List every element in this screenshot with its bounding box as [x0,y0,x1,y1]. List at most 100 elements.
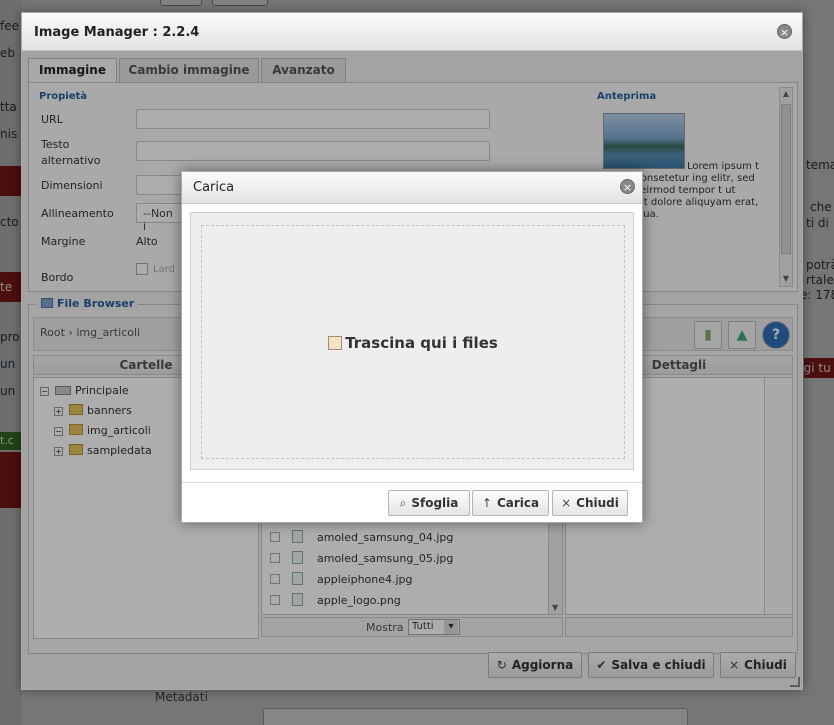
tab-immagine[interactable]: Immagine [28,58,117,84]
file-name: amoled_samsung_05.jpg [317,552,454,565]
close-icon: × [729,658,740,672]
properties-scrollbar[interactable]: ▲ ▼ [779,87,793,287]
border-label: Bordo [41,271,74,284]
drop-zone-label: Trascina qui i files [345,334,498,352]
tree-item-img-articoli[interactable]: − img_articoli [54,424,151,438]
margin-label: Margine [41,235,86,248]
breadcrumb[interactable]: Root › img_articoli [40,326,140,339]
file-browser-title: File Browser [57,297,135,310]
file-name: appleiphone4.jpg [317,573,413,586]
upload-arrow-icon: ↑ [481,496,492,510]
refresh-button[interactable]: ↻ Aggiorna [488,652,582,678]
close-button-label: Chiudi [744,658,787,672]
scroll-down-icon[interactable]: ▼ [552,603,558,612]
new-folder-icon[interactable]: ▮ [694,321,722,349]
close-button-label: Chiudi [576,496,619,510]
close-icon[interactable]: × [620,179,635,194]
file-checkbox[interactable] [270,532,280,542]
search-icon: ⌕ [399,496,407,510]
help-icon[interactable]: ? [762,321,790,349]
refresh-icon: ↻ [496,658,507,672]
folder-icon [69,404,83,415]
url-label: URL [41,113,63,126]
tree-item-label: img_articoli [87,424,151,437]
show-label: Mostra [366,621,404,634]
browse-button[interactable]: ⌕ Sfoglia [388,490,470,516]
image-file-icon [292,530,303,543]
alignment-select[interactable]: --Non i [136,203,186,233]
upload-button[interactable]: ↑ Carica [472,490,549,516]
divider [182,482,642,483]
expand-icon[interactable]: + [54,407,63,416]
save-close-button-label: Salva e chiudi [611,658,706,672]
file-row[interactable]: amoled_samsung_05.jpg [270,551,453,565]
close-button[interactable]: × Chiudi [720,652,796,678]
image-manager-header: Image Manager : 2.2.4 × [22,13,802,51]
tree-item-label: sampledata [87,444,152,457]
tree-item-principale[interactable]: − Principale [40,384,129,398]
upload-icon[interactable]: ▲ [728,321,756,349]
collapse-icon[interactable]: − [40,387,49,396]
show-select[interactable]: Tutti ▾ [408,619,460,635]
file-checkbox[interactable] [270,574,280,584]
scrollbar-thumb[interactable] [781,104,791,254]
chevron-down-icon: ▾ [444,620,458,634]
tree-item-sampledata[interactable]: + sampledata [54,444,152,458]
border-checkbox[interactable] [136,263,148,275]
file-row[interactable]: appleiphone4.jpg [270,572,413,586]
details-footer [565,617,793,637]
collapse-icon[interactable]: − [54,427,63,436]
folder-icon [69,424,83,435]
width-input[interactable] [136,175,186,195]
scroll-up-icon[interactable]: ▲ [780,89,792,98]
border-checkbox-label: Lard [153,264,175,275]
image-manager-title: Image Manager : 2.2.4 [34,25,200,40]
margin-top-label: Alto [136,235,158,248]
image-file-icon [292,593,303,606]
details-scrollbar[interactable] [764,378,792,614]
resize-handle-icon[interactable] [790,677,800,687]
alt-text-label: alternativo [41,154,101,167]
file-list-footer: Mostra Tutti ▾ [261,617,563,637]
upload-dialog-header: Carica × [182,172,642,204]
drop-zone-frame: Trascina qui i files [190,212,634,470]
file-name: amoled_samsung_04.jpg [317,531,454,544]
alt-text-input[interactable] [136,141,490,161]
url-input[interactable] [136,109,490,129]
upload-button-label: Carica [496,496,540,510]
file-upload-icon [328,336,343,350]
save-close-button[interactable]: ✔ Salva e chiudi [588,652,714,678]
browse-button-label: Sfoglia [411,496,459,510]
drive-icon [55,386,71,395]
folder-icon [69,444,83,455]
image-file-icon [292,572,303,585]
file-checkbox[interactable] [270,595,280,605]
show-select-value: Tutti [412,621,434,632]
file-row[interactable]: apple_logo.png [270,593,401,607]
alignment-label: Allineamento [41,207,114,220]
alt-text-label: Testo [41,138,70,151]
tree-item-banners[interactable]: + banners [54,404,132,418]
upload-dialog-title: Carica [193,180,235,195]
file-name: apple_logo.png [317,594,401,607]
tab-cambio-immagine[interactable]: Cambio immagine [119,58,259,82]
tree-item-label: Principale [75,384,129,397]
drop-zone-text: Trascina qui i files [202,334,624,352]
refresh-button-label: Aggiorna [511,658,574,672]
expand-icon[interactable]: + [54,447,63,456]
close-icon[interactable]: × [777,24,792,39]
dimensions-label: Dimensioni [41,179,103,192]
file-browser-legend: File Browser [37,297,139,310]
file-checkbox[interactable] [270,553,280,563]
drop-zone[interactable]: Trascina qui i files [201,225,625,459]
tree-item-label: banners [87,404,132,417]
image-file-icon [292,551,303,564]
file-row[interactable]: amoled_samsung_04.jpg [270,530,453,544]
file-browser-icon [41,298,53,308]
properties-title: Propietà [39,91,88,102]
check-icon: ✔ [596,658,607,672]
preview-title: Anteprima [597,91,657,102]
scroll-down-icon[interactable]: ▼ [780,274,792,283]
close-button[interactable]: × Chiudi [552,490,628,516]
tab-avanzato[interactable]: Avanzato [261,58,346,82]
